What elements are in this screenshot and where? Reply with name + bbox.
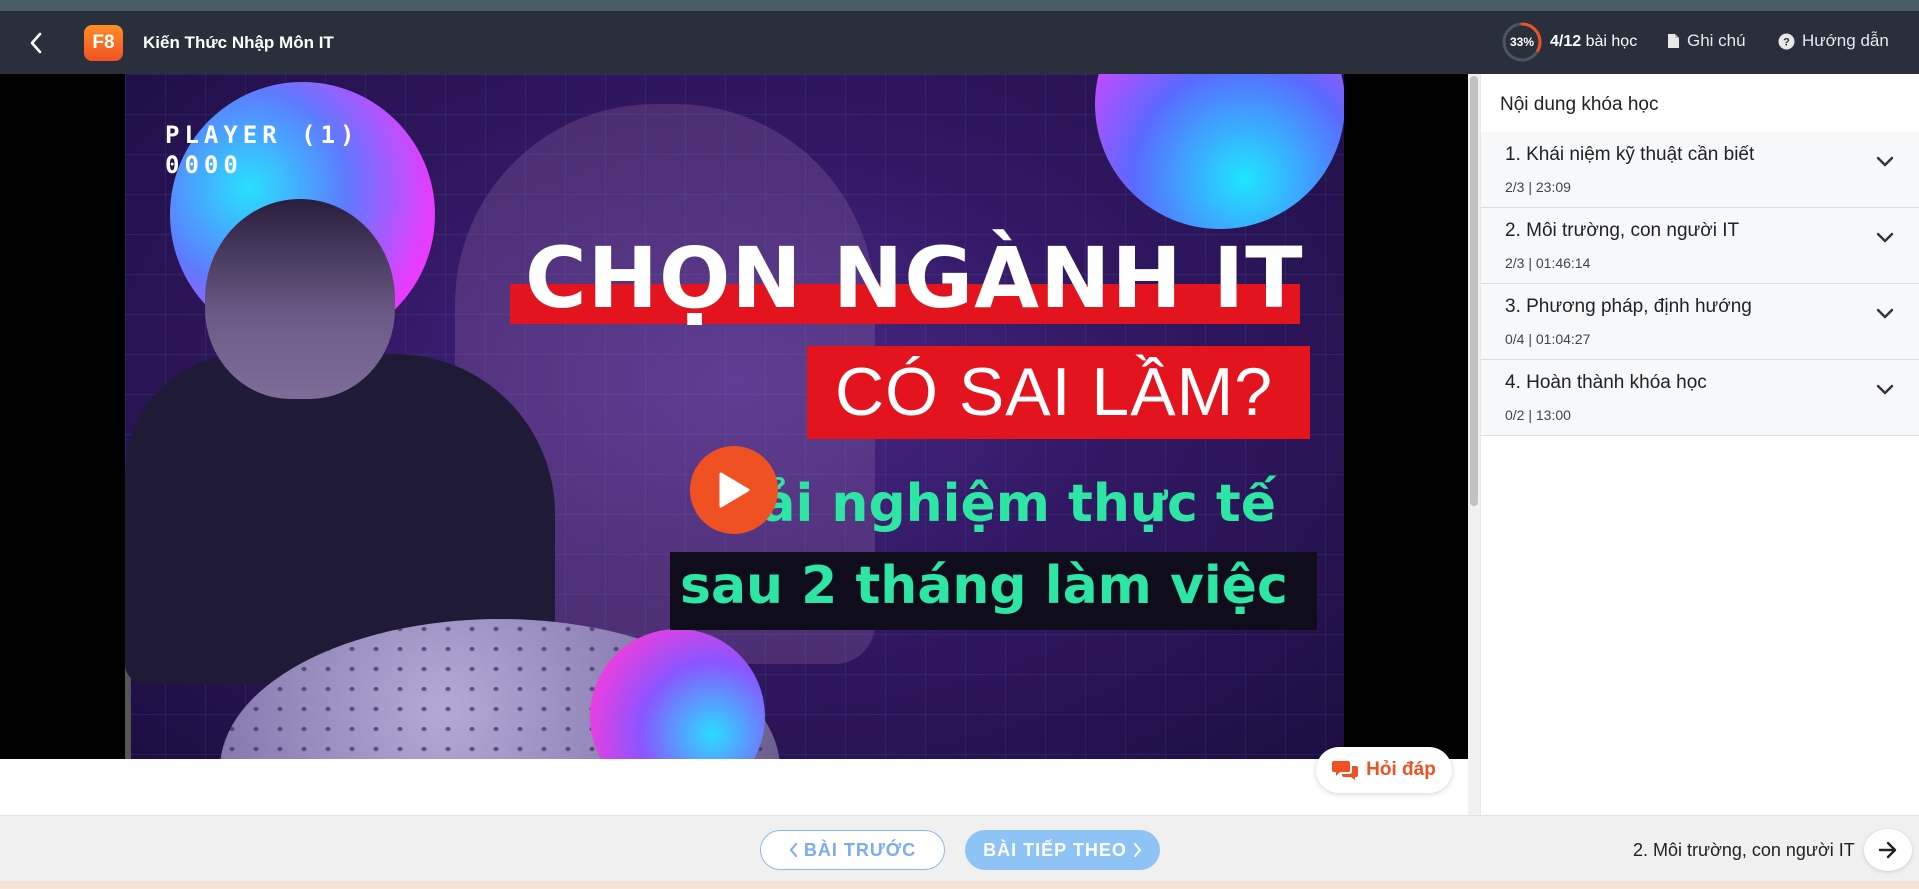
- lesson-footer: BÀI TRƯỚC BÀI TIẾP THEO 2. Môi trường, c…: [0, 815, 1919, 881]
- lessons-done: 4/12: [1550, 33, 1582, 50]
- player-line1: PLAYER (1): [165, 121, 360, 149]
- bottom-strip: [0, 881, 1919, 889]
- back-button[interactable]: [20, 29, 52, 57]
- next-label: BÀI TIẾP THEO: [983, 839, 1127, 860]
- course-title: Kiến Thức Nhập Môn IT: [143, 33, 334, 52]
- video-subtitle-line2: sau 2 tháng làm việc: [680, 556, 1288, 616]
- arrow-right-icon: [1878, 841, 1897, 859]
- section-title: 2. Môi trường, con người IT: [1505, 220, 1740, 241]
- section-meta: 0/2 | 13:00: [1505, 407, 1571, 423]
- file-icon: [1668, 34, 1679, 48]
- browser-top-strip: [0, 0, 1919, 11]
- chevron-down-icon: [1876, 232, 1894, 243]
- chevron-down-icon: [1876, 156, 1894, 167]
- play-icon: [719, 472, 750, 508]
- section-title: 4. Hoàn thành khóa học: [1505, 372, 1707, 393]
- prev-lesson-button[interactable]: BÀI TRƯỚC: [760, 830, 945, 870]
- qa-button[interactable]: Hỏi đáp: [1316, 747, 1452, 793]
- next-section-title: 2. Môi trường, con người IT: [1633, 840, 1855, 860]
- lessons-suffix: bài học: [1585, 33, 1638, 50]
- video-question: CÓ SAI LẦM?: [835, 354, 1274, 430]
- chevron-down-icon: [1876, 384, 1894, 395]
- svg-text:?: ?: [1783, 36, 1790, 48]
- section-meta: 2/3 | 23:09: [1505, 179, 1571, 195]
- section-meta: 2/3 | 01:46:14: [1505, 255, 1591, 271]
- chevron-left-icon: [30, 32, 42, 54]
- person-head-figure: [205, 199, 395, 399]
- sidebar-title: Nội dung khóa học: [1500, 94, 1659, 115]
- next-lesson-button[interactable]: BÀI TIẾP THEO: [965, 830, 1160, 870]
- next-section-button[interactable]: [1864, 829, 1912, 871]
- sidebar-section-1[interactable]: 1. Khái niệm kỹ thuật cần biết 2/3 | 23:…: [1481, 132, 1919, 208]
- scrollbar-thumb[interactable]: [1470, 76, 1478, 506]
- lesson-content-area: [0, 759, 1468, 815]
- video-headline: CHỌN NGÀNH IT: [525, 229, 1304, 327]
- course-sidebar: Nội dung khóa học 1. Khái niệm kỹ thuật …: [1480, 74, 1919, 815]
- notes-label: Ghi chú: [1687, 31, 1746, 50]
- chevron-right-icon: [1133, 843, 1141, 857]
- chevron-left-icon: [789, 843, 797, 857]
- progress-percent: 33%: [1509, 35, 1535, 49]
- chevron-down-icon: [1876, 308, 1894, 319]
- lessons-progress: 4/12 bài học: [1550, 33, 1637, 51]
- notes-button[interactable]: Ghi chú: [1667, 31, 1746, 51]
- sidebar-section-2[interactable]: 2. Môi trường, con người IT 2/3 | 01:46:…: [1481, 208, 1919, 284]
- video-player[interactable]: PLAYER (1) 0000 CHỌN NGÀNH IT CÓ SAI LẦM…: [0, 74, 1468, 759]
- section-meta: 0/4 | 01:04:27: [1505, 331, 1591, 347]
- guide-button[interactable]: ? Hướng dẫn: [1778, 31, 1889, 51]
- app-header: F8 Kiến Thức Nhập Môn IT 33% 4/12 bài họ…: [0, 11, 1919, 74]
- comments-icon: [1332, 761, 1359, 780]
- section-title: 1. Khái niệm kỹ thuật cần biết: [1505, 144, 1755, 165]
- play-button[interactable]: [690, 446, 778, 534]
- guide-label: Hướng dẫn: [1802, 31, 1889, 50]
- question-circle-icon: ?: [1778, 33, 1795, 49]
- prev-label: BÀI TRƯỚC: [803, 839, 917, 860]
- section-title: 3. Phương pháp, định hướng: [1505, 296, 1752, 317]
- f8-logo[interactable]: F8: [84, 25, 123, 61]
- video-subtitle-line1: Trải nghiệm thực tế: [705, 474, 1277, 534]
- qa-label: Hỏi đáp: [1366, 759, 1436, 780]
- sidebar-section-3[interactable]: 3. Phương pháp, định hướng 0/4 | 01:04:2…: [1481, 284, 1919, 360]
- video-thumbnail: PLAYER (1) 0000 CHỌN NGÀNH IT CÓ SAI LẦM…: [125, 74, 1344, 759]
- sidebar-section-4[interactable]: 4. Hoàn thành khóa học 0/2 | 13:00: [1481, 360, 1919, 436]
- player-score-text: PLAYER (1) 0000: [165, 120, 360, 180]
- player-line2: 0000: [165, 151, 243, 179]
